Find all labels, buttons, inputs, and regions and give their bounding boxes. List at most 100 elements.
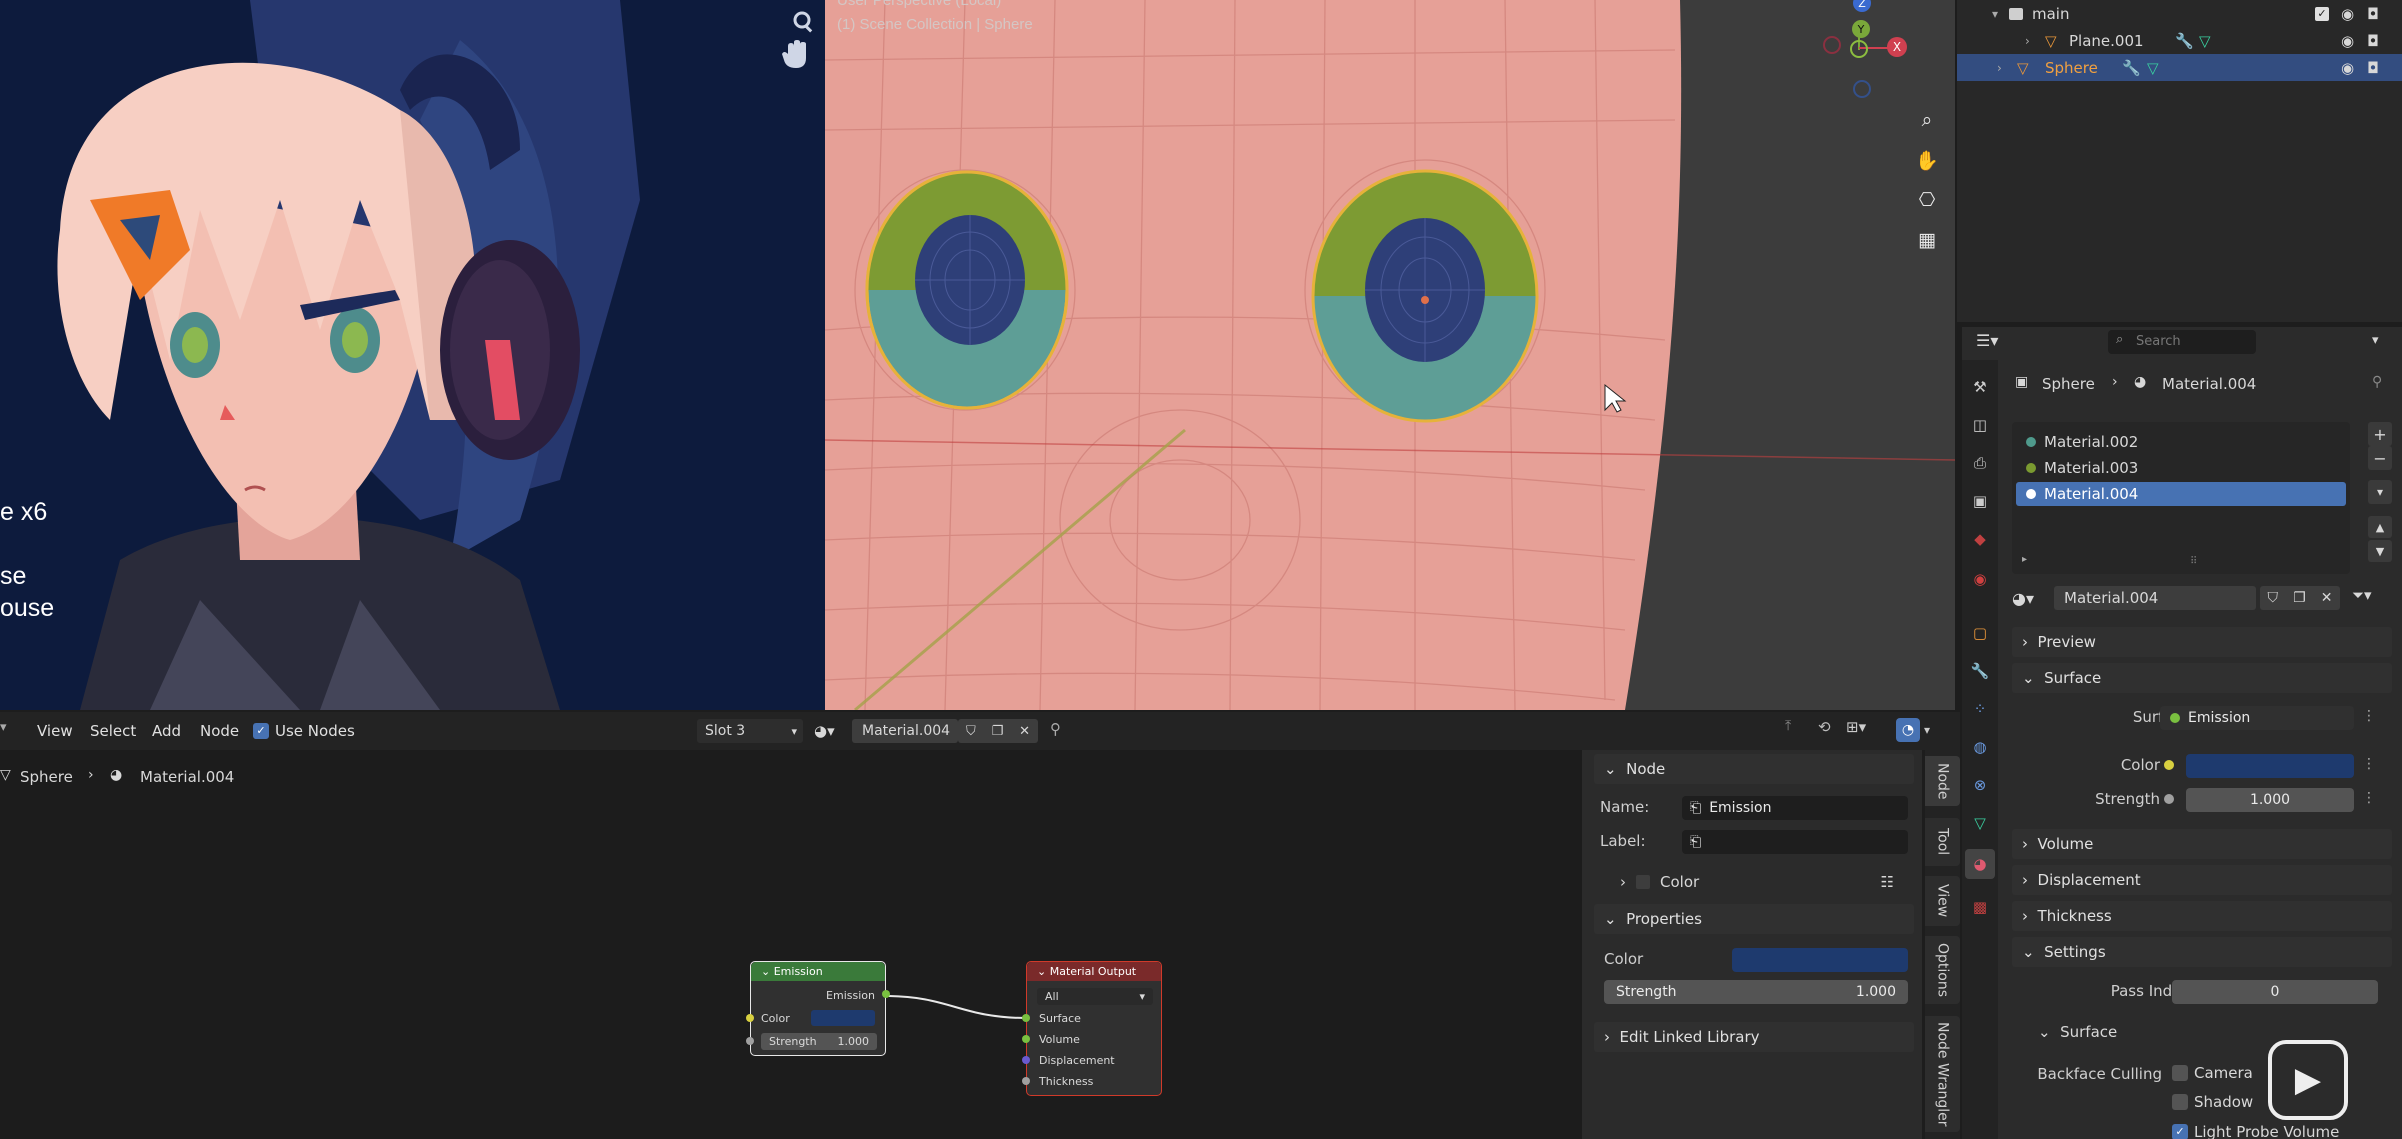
- chevron-right-icon[interactable]: ›: [2025, 34, 2030, 48]
- chevron-down-icon[interactable]: ▾: [1992, 7, 1998, 21]
- move-slot-up-button[interactable]: ▲: [2368, 516, 2392, 538]
- gizmo-neg-x-icon[interactable]: [1823, 36, 1841, 54]
- add-slot-button[interactable]: +: [2368, 422, 2392, 446]
- material-output-node[interactable]: ⌄ Material Output All ▾ Surface Volume D…: [1022, 961, 1162, 1096]
- outliner-row-main[interactable]: ▾ main ✓ ◉ ◘: [1957, 0, 2402, 27]
- checkbox-checked-icon[interactable]: ✓: [2315, 6, 2329, 21]
- camera-view-icon[interactable]: ⎔: [1910, 183, 1944, 217]
- output-thickness-socket[interactable]: [1022, 1077, 1030, 1085]
- emission-node[interactable]: ⌄ Emission Emission Color Strength 1.000: [746, 961, 890, 1056]
- move-slot-down-button[interactable]: ▼: [2368, 540, 2392, 562]
- reference-image-viewport[interactable]: e x6 se ouse: [0, 0, 825, 710]
- constraints-tab-icon[interactable]: ⊗: [1970, 775, 1990, 795]
- sidebar-tab-options[interactable]: Options: [1925, 936, 1960, 1004]
- wrench-icon[interactable]: 🔧: [2175, 32, 2194, 50]
- outliner-row-plane[interactable]: › ▽ Plane.001 🔧 ▽ ◉ ◘: [1957, 27, 2402, 54]
- texture-tab-icon[interactable]: ▩: [1970, 897, 1990, 917]
- render-tab-icon[interactable]: ◫: [1970, 415, 1990, 435]
- pin-icon[interactable]: ⚲: [2372, 374, 2382, 390]
- sidebar-strength-field[interactable]: Strength 1.000: [1604, 980, 1908, 1004]
- color-swatch[interactable]: [2186, 754, 2354, 778]
- node-name-field[interactable]: ⎗ Emission: [1682, 796, 1908, 820]
- parent-node-tree-icon[interactable]: ⤒: [1785, 718, 1807, 742]
- camera-icon[interactable]: ◘: [2367, 59, 2379, 77]
- eye-icon[interactable]: ◉: [2341, 32, 2354, 50]
- emission-strength-socket[interactable]: [746, 1037, 754, 1045]
- output-surface-socket[interactable]: [1022, 1014, 1030, 1022]
- data-tab-icon[interactable]: ▽: [1970, 813, 1990, 833]
- surface-panel[interactable]: ⌄ Surface: [2012, 663, 2392, 693]
- tool-tab-icon[interactable]: ⚒: [1970, 377, 1990, 397]
- zoom-icon[interactable]: ⌕: [1910, 103, 1944, 137]
- sidebar-tab-node-wrangler[interactable]: Node Wrangler: [1925, 1016, 1960, 1132]
- camera-checkbox[interactable]: [2172, 1065, 2188, 1081]
- overlays-icon[interactable]: ◔: [1896, 718, 1920, 742]
- output-tab-icon[interactable]: ⎙: [1970, 453, 1990, 473]
- value-socket-icon[interactable]: [2164, 794, 2174, 804]
- chevron-down-icon[interactable]: ▾: [1924, 718, 1944, 742]
- light-probe-checkbox[interactable]: ✓: [2172, 1124, 2188, 1139]
- emission-node-header[interactable]: ⌄ Emission: [751, 962, 885, 981]
- snapping-options-icon[interactable]: ⊞▾: [1846, 718, 1886, 742]
- preview-panel[interactable]: › Preview: [2012, 627, 2392, 657]
- remove-slot-button[interactable]: −: [2368, 446, 2392, 470]
- output-displacement-socket[interactable]: [1022, 1056, 1030, 1064]
- navigation-gizmo[interactable]: X Y Z: [1823, 0, 1945, 110]
- node-label-field[interactable]: ⎗: [1682, 830, 1908, 854]
- more-dots-icon[interactable]: ⋮: [2362, 790, 2376, 806]
- surface-shader-field[interactable]: Emission: [2160, 706, 2354, 730]
- output-volume-socket[interactable]: [1022, 1035, 1030, 1043]
- material-tab-icon[interactable]: ◕: [1965, 849, 1995, 879]
- view-layer-tab-icon[interactable]: ▣: [1970, 491, 1990, 511]
- displacement-panel[interactable]: › Displacement: [2012, 865, 2392, 895]
- gizmo-z-icon[interactable]: Z: [1853, 0, 1871, 12]
- modifier-tab-icon[interactable]: 🔧: [1970, 661, 1990, 681]
- world-tab-icon[interactable]: ◉: [1970, 569, 1990, 589]
- eye-icon[interactable]: ◉: [2341, 59, 2354, 77]
- duplicate-icon[interactable]: ❐: [2293, 590, 2306, 606]
- sidebar-tab-node[interactable]: Node: [1925, 756, 1960, 806]
- gizmo-y-icon[interactable]: Y: [1852, 20, 1870, 38]
- volume-panel[interactable]: › Volume: [2012, 829, 2392, 859]
- material-name-field[interactable]: Material.004: [2054, 586, 2256, 610]
- wrench-icon[interactable]: 🔧: [2122, 59, 2141, 77]
- slot-specials-button[interactable]: ▾: [2368, 480, 2392, 504]
- outliner[interactable]: ▾ main ✓ ◉ ◘ › ▽ Plane.001 🔧 ▽ ◉ ◘ › ▽ S…: [1957, 0, 2402, 322]
- thickness-panel[interactable]: › Thickness: [2012, 901, 2392, 931]
- shadow-checkbox[interactable]: [2172, 1094, 2188, 1110]
- particles-tab-icon[interactable]: ⁘: [1970, 699, 1990, 719]
- node-panel[interactable]: ⌄ Node: [1594, 754, 1914, 784]
- snap-magnet-icon[interactable]: ⟲: [1818, 718, 1840, 742]
- material-browse-icon[interactable]: ◕▾: [2012, 586, 2052, 610]
- sidebar-tab-tool[interactable]: Tool: [1925, 818, 1960, 866]
- properties-panel[interactable]: ⌄ Properties: [1594, 904, 1914, 934]
- emission-strength-field[interactable]: Strength 1.000: [761, 1033, 877, 1050]
- material-slot-1[interactable]: Material.003: [2016, 456, 2346, 480]
- physics-tab-icon[interactable]: ◍: [1970, 737, 1990, 757]
- color-checkbox[interactable]: [1636, 875, 1650, 889]
- emission-color-swatch[interactable]: [811, 1010, 875, 1026]
- camera-icon[interactable]: ◘: [2367, 32, 2379, 50]
- object-tab-icon[interactable]: ▢: [1970, 623, 1990, 643]
- pass-index-field[interactable]: 0: [2172, 980, 2378, 1004]
- settings-panel[interactable]: ⌄ Settings: [2012, 937, 2392, 967]
- more-dots-icon[interactable]: ⋮: [2362, 708, 2376, 724]
- material-slot-2[interactable]: Material.004: [2016, 482, 2346, 506]
- mesh-data-icon[interactable]: ▽: [2147, 59, 2159, 77]
- eye-icon[interactable]: ◉: [2341, 5, 2354, 23]
- material-slot-list[interactable]: Material.002 Material.003 Material.004 ▸…: [2012, 422, 2350, 574]
- chevron-down-icon[interactable]: ▾: [2372, 333, 2379, 348]
- 3d-viewport[interactable]: User Perspective (Local) (1) Scene Colle…: [825, 0, 1955, 710]
- node-color-section[interactable]: › Color ☷: [1620, 870, 1900, 894]
- gizmo-neg-z-icon[interactable]: [1853, 80, 1871, 98]
- output-node-header[interactable]: ⌄ Material Output: [1027, 962, 1161, 981]
- mesh-data-icon[interactable]: ▽: [2199, 32, 2211, 50]
- color-socket-icon[interactable]: [2164, 760, 2174, 770]
- editor-type-icon[interactable]: ☰▾: [1976, 331, 1998, 350]
- close-icon[interactable]: ✕: [2321, 590, 2333, 606]
- search-input[interactable]: ⌕ Search: [2108, 330, 2256, 354]
- outliner-row-sphere[interactable]: › ▽ Sphere 🔧 ▽ ◉ ◘: [1957, 54, 2402, 81]
- camera-icon[interactable]: ◘: [2367, 5, 2379, 23]
- output-target-select[interactable]: All ▾: [1037, 988, 1153, 1005]
- pan-hand-icon[interactable]: ✋: [1910, 143, 1944, 177]
